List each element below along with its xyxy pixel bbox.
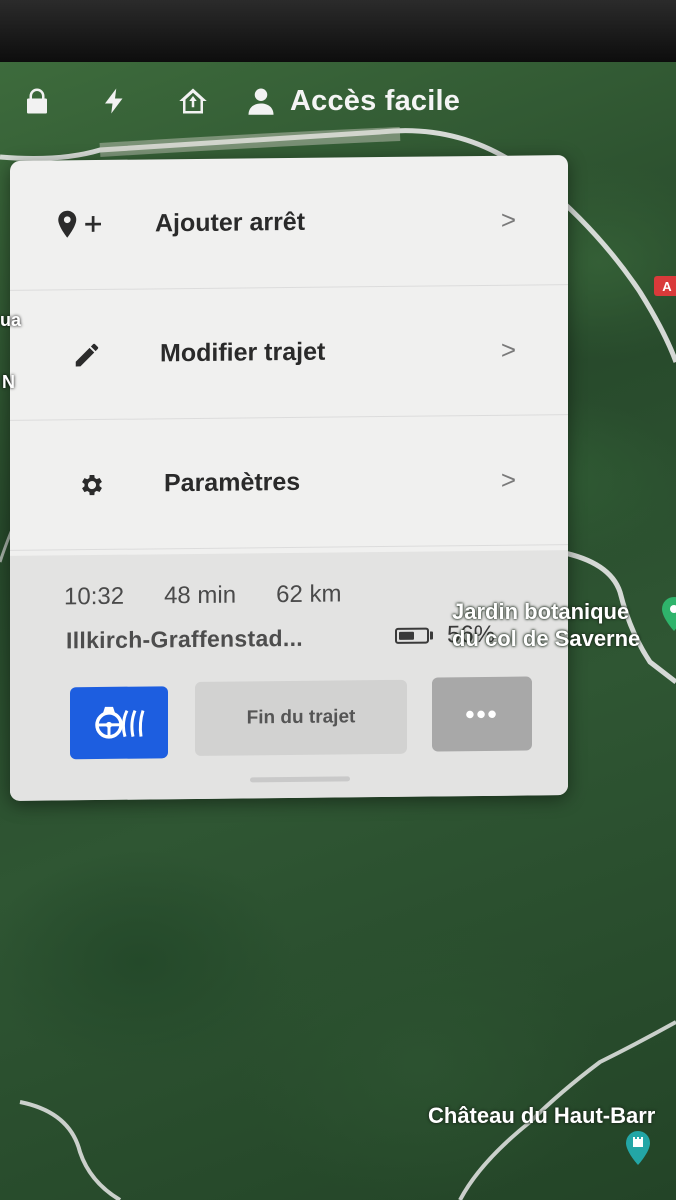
top-status-bar: Accès facile (20, 76, 540, 126)
steering-wheel-icon (95, 706, 145, 739)
menu-label-edit-route: Modifier trajet (160, 337, 326, 368)
castle-pin-icon[interactable] (624, 1130, 652, 1166)
autopilot-button[interactable] (70, 686, 168, 760)
pin-add-icon (56, 204, 116, 245)
trip-distance: 62 km (276, 580, 342, 609)
menu-item-add-stop[interactable]: Ajouter arrêt > (10, 155, 568, 291)
trip-duration: 48 min (164, 581, 237, 610)
map-label-chateau[interactable]: Château du Haut-Barr (428, 1103, 655, 1129)
trip-stats: 10:32 48 min 62 km (64, 580, 341, 611)
home-arrow-icon[interactable] (176, 84, 210, 118)
menu-label-add-stop: Ajouter arrêt (155, 207, 306, 238)
screen: Accès facile Ajouter arrêt > Modifier tr… (0, 0, 676, 1200)
trip-summary-panel: 10:32 48 min 62 km Illkirch-Graffenstad.… (10, 550, 568, 801)
pencil-icon (72, 334, 132, 375)
navigation-menu-card: Ajouter arrêt > Modifier trajet > Paramè… (10, 155, 568, 801)
chevron-right-icon: > (500, 464, 516, 495)
more-options-button[interactable]: ••• (432, 676, 532, 752)
destination-name: Illkirch-Graffenstad... (66, 624, 303, 654)
screen-bezel (0, 0, 676, 62)
person-icon (248, 88, 274, 115)
menu-label-settings: Paramètres (164, 467, 301, 498)
map-label-jardin-line2: du col de Saverne (452, 626, 641, 651)
map-edge-label-n: N (2, 372, 15, 392)
map-edge-label-ua: ua (0, 310, 22, 330)
chevron-right-icon: > (500, 204, 516, 235)
road-number-badge: A (654, 276, 676, 296)
menu-item-settings[interactable]: Paramètres > (10, 415, 568, 551)
menu-item-edit-route[interactable]: Modifier trajet > (10, 285, 568, 421)
battery-fill (399, 631, 414, 640)
end-trip-button[interactable]: Fin du trajet (195, 679, 407, 756)
lock-icon[interactable] (20, 84, 54, 118)
driver-profile[interactable]: Accès facile (246, 85, 460, 118)
gear-icon (78, 464, 138, 505)
battery-icon (395, 627, 429, 644)
map-label-jardin[interactable]: Jardin botanique du col de Saverne (452, 598, 640, 652)
chevron-right-icon: > (500, 334, 516, 365)
drag-handle[interactable] (250, 776, 350, 783)
arrival-time: 10:32 (64, 582, 125, 611)
profile-name: Accès facile (290, 84, 461, 117)
battery-tip (430, 631, 433, 640)
poi-pin-icon[interactable] (660, 596, 676, 632)
map-label-jardin-line1: Jardin botanique (452, 599, 630, 624)
bolt-icon[interactable] (98, 84, 132, 118)
